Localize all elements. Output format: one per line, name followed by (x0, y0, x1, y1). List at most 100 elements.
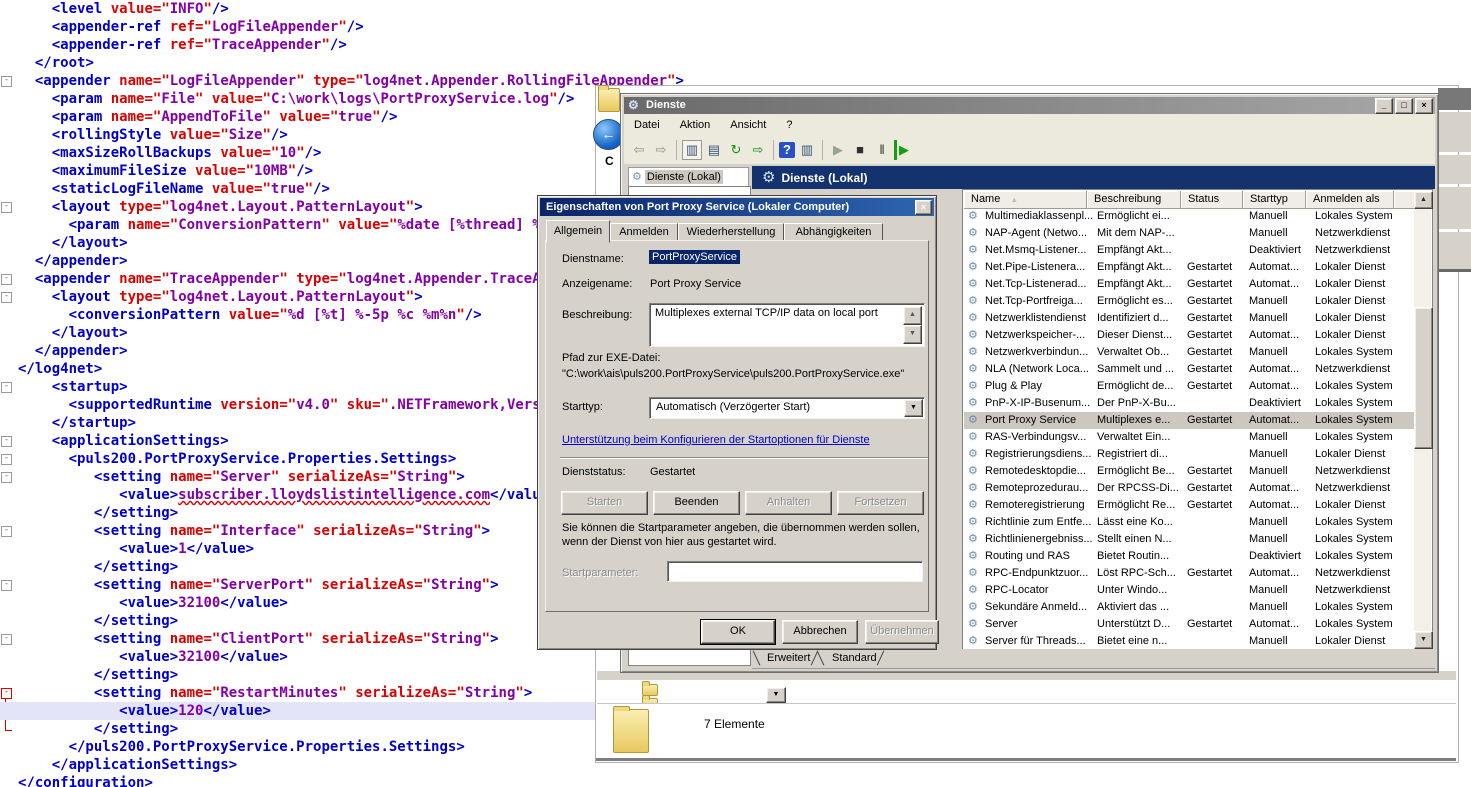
table-row[interactable]: ⚙Plug & PlayErmöglicht de...GestartetAut… (964, 378, 1414, 395)
cell-start: Manuell (1249, 600, 1288, 615)
table-row[interactable]: ⚙Sekundäre Anmeld...Aktiviert das ...Man… (964, 599, 1414, 616)
table-row[interactable]: ⚙ServerUnterstützt D...GestartetAutomat.… (964, 616, 1414, 633)
chevron-down-icon[interactable]: ▼ (904, 399, 923, 417)
fold-marker-icon[interactable]: - (1, 454, 12, 465)
column-header-filler[interactable] (1394, 191, 1415, 209)
table-row[interactable]: ⚙Routing und RASBietet Routin...Deaktivi… (964, 548, 1414, 565)
minimize-icon[interactable]: _ (1375, 98, 1393, 114)
fold-marker-icon[interactable]: - (1, 526, 12, 537)
scroll-down-icon[interactable]: ▼ (1414, 631, 1433, 649)
uebernehmen-button[interactable]: Übernehmen (865, 620, 939, 644)
menu-item-[interactable]: ? (776, 114, 802, 131)
table-row[interactable]: ⚙Richtlinienergebniss...Stellt einen N..… (964, 531, 1414, 548)
table-row[interactable]: ⚙RPC-LocatorUnter Windo...ManuellNetzwer… (964, 582, 1414, 599)
table-row[interactable]: ⚙Remotedesktopdie...Ermöglicht Be...Gest… (964, 463, 1414, 480)
fortsetzen-button[interactable]: Fortsetzen (837, 491, 924, 515)
table-row[interactable]: ⚙RPC-Endpunktzuor...Löst RPC-Sch...Gesta… (964, 565, 1414, 582)
table-row[interactable]: ⚙RAS-Verbindungsv...Verwaltet Ein...Manu… (964, 429, 1414, 446)
scroll-down-icon[interactable]: ▼ (903, 325, 922, 344)
tab-allgemein[interactable]: Allgemein (546, 220, 610, 243)
close-icon[interactable]: × (1415, 98, 1433, 114)
vertical-scrollbar[interactable]: ▲ ▼ (1414, 191, 1431, 649)
anhalten-button[interactable]: Anhalten (745, 491, 832, 515)
column-header-status[interactable]: Status (1181, 191, 1243, 209)
table-row[interactable]: ⚙NAP-Agent (Netwo...Mit dem NAP-...Manue… (964, 225, 1414, 242)
restart-service-icon[interactable]: ▶ (894, 140, 911, 160)
menu-item-aktion[interactable]: Aktion (670, 114, 721, 131)
fold-marker-icon[interactable]: - (1, 202, 12, 213)
help-icon[interactable]: ? (779, 142, 795, 158)
fold-marker-icon[interactable]: - (1, 688, 12, 699)
menu-item-ansicht[interactable]: Ansicht (720, 114, 776, 131)
ok-button[interactable]: OK (701, 620, 775, 644)
dienstname-value[interactable]: PortProxyService (649, 250, 740, 264)
show-console-tree-icon[interactable]: ▥ (682, 140, 702, 160)
background-window-fragment (1438, 88, 1471, 272)
table-row[interactable]: ⚙Netzwerkspeicher-...Dieser Dienst...Ges… (964, 327, 1414, 344)
column-header-starttyp[interactable]: Starttyp (1243, 191, 1306, 209)
tab-standard[interactable]: Standard (832, 650, 877, 667)
table-row[interactable]: ⚙Remoteprozedurau...Der RPCSS-Di...Gesta… (964, 480, 1414, 497)
fold-marker-icon[interactable]: - (1, 580, 12, 591)
startparameter-input[interactable] (667, 561, 923, 582)
properties-icon[interactable]: ▤ (704, 140, 724, 160)
cell-status: Gestartet (1187, 328, 1232, 343)
titlebar[interactable]: ⚙ Dienste _□× (624, 97, 1435, 114)
column-header-anmeldenals[interactable]: Anmelden als (1306, 191, 1394, 209)
code-line: <value>1</value> (0, 540, 622, 558)
starten-button[interactable]: Starten (561, 491, 648, 515)
table-row[interactable]: ⚙Registrierungsdiens...Registriert di...… (964, 446, 1414, 463)
fold-marker-icon[interactable]: - (1, 76, 12, 87)
console-window-icon[interactable]: ▥ (797, 140, 817, 160)
table-row[interactable]: ⚙Multimediaklassenpl...Ermöglicht ei...M… (964, 208, 1414, 225)
refresh-icon[interactable]: ↻ (726, 140, 746, 160)
forward-icon[interactable]: ⇨ (651, 140, 671, 160)
scrollbar-thumb[interactable] (1414, 307, 1433, 449)
tab-erweitert[interactable]: Erweitert (767, 650, 810, 667)
table-row[interactable]: ⚙PnP-X-IP-Busenum...Der PnP-X-Bu...Deakt… (964, 395, 1414, 412)
table-row[interactable]: ⚙Server für Threads...Bietet eine n...Ma… (964, 633, 1414, 649)
beenden-button[interactable]: Beenden (653, 491, 740, 515)
table-row[interactable]: ⚙Port Proxy ServiceMultiplexes e...Gesta… (964, 412, 1414, 429)
fold-marker-icon[interactable]: - (1, 436, 12, 447)
beschreibung-textbox[interactable]: Multiplexes external TCP/IP data on loca… (649, 303, 925, 347)
table-row[interactable]: ⚙Net.Msmq-Listener...Empfängt Akt...Deak… (964, 242, 1414, 259)
fold-marker-icon[interactable]: - (1, 472, 12, 483)
table-row[interactable]: ⚙NetzwerklistendienstIdentifiziert d...G… (964, 310, 1414, 327)
table-row[interactable]: ⚙Richtlinie zum Entfe...Lässt eine Ko...… (964, 514, 1414, 531)
table-row[interactable]: ⚙Net.Tcp-Listenerad...Empfängt Akt...Ges… (964, 276, 1414, 293)
menu-item-datei[interactable]: Datei (624, 114, 670, 131)
dialog-titlebar[interactable]: Eigenschaften von Port Proxy Service (Lo… (540, 198, 934, 216)
fold-marker-icon[interactable]: - (1, 292, 12, 303)
table-row[interactable]: ⚙Net.Tcp-Portfreiga...Ermöglicht es...Ge… (964, 293, 1414, 310)
table-row[interactable]: ⚙Netzwerkverbindun...Verwaltet Ob...Gest… (964, 344, 1414, 361)
fold-marker-icon[interactable]: - (1, 274, 12, 285)
stop-service-icon[interactable]: ■ (850, 140, 870, 160)
cell-start: Deaktiviert (1249, 396, 1301, 411)
table-row[interactable]: ⚙NLA (Network Loca...Sammelt und ...Gest… (964, 361, 1414, 378)
export-list-icon[interactable]: ⇨ (748, 140, 768, 160)
scroll-up-icon[interactable]: ▲ (903, 306, 922, 325)
tree-root-item[interactable]: ⚙Dienste (Lokal) (628, 167, 749, 188)
fold-marker-icon[interactable]: - (1, 634, 12, 645)
dropdown-arrow-icon[interactable]: ▼ (766, 687, 786, 703)
fold-marker-icon[interactable]: - (1, 382, 12, 393)
back-icon[interactable]: ⇦ (629, 140, 649, 160)
close-icon[interactable]: × (915, 200, 932, 215)
table-row[interactable]: ⚙RemoteregistrierungErmöglicht Re...Gest… (964, 497, 1414, 514)
column-header-beschreibung[interactable]: Beschreibung (1087, 191, 1181, 209)
pause-service-icon[interactable]: ‖ (872, 140, 892, 160)
maximize-icon[interactable]: □ (1395, 98, 1413, 114)
table-row[interactable]: ⚙Net.Pipe-Listenera...Empfängt Akt...Ges… (964, 259, 1414, 276)
abbrechen-button[interactable]: Abbrechen (782, 620, 858, 644)
code-editor[interactable]: <level value="INFO"/> <appender-ref ref=… (0, 0, 622, 787)
column-header-name[interactable]: Name▲ (964, 191, 1087, 209)
start-service-icon[interactable]: ▶ (828, 140, 848, 160)
scroll-up-icon[interactable]: ▲ (1414, 191, 1433, 209)
startoptionen-link[interactable]: Unterstützung beim Konfigurieren der Sta… (562, 434, 870, 446)
pane-title: Dienste (Lokal) (781, 171, 867, 185)
cell-name: RPC-Locator (985, 583, 1049, 598)
screen: <level value="INFO"/> <appender-ref ref=… (0, 0, 1471, 787)
code-line: <appender-ref ref="TraceAppender"/> (0, 36, 622, 54)
starttyp-select[interactable]: Automatisch (Verzögerter Start) ▼ (649, 397, 925, 419)
